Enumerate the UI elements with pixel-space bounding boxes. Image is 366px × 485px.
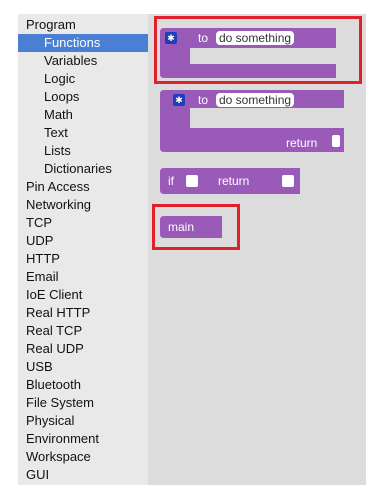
return-value-socket[interactable] bbox=[332, 135, 340, 147]
return-value-socket[interactable] bbox=[282, 175, 294, 187]
category-real-udp[interactable]: Real UDP bbox=[26, 340, 84, 358]
category-sidebar: Program Functions Variables Logic Loops … bbox=[18, 14, 148, 485]
category-environment[interactable]: Environment bbox=[26, 430, 99, 448]
if-label: if bbox=[168, 174, 174, 188]
category-real-tcp[interactable]: Real TCP bbox=[26, 322, 82, 340]
procedure-to-label: to bbox=[198, 93, 209, 107]
category-program[interactable]: Program bbox=[26, 16, 76, 34]
category-email[interactable]: Email bbox=[26, 268, 59, 286]
category-networking[interactable]: Networking bbox=[26, 196, 91, 214]
category-physical[interactable]: Physical bbox=[26, 412, 74, 430]
mutator-gear-icon[interactable] bbox=[173, 94, 185, 106]
category-lists[interactable]: Lists bbox=[44, 142, 71, 160]
category-workspace[interactable]: Workspace bbox=[26, 448, 91, 466]
condition-socket[interactable] bbox=[186, 175, 198, 187]
return-label: return bbox=[218, 174, 250, 188]
category-gui[interactable]: GUI bbox=[26, 466, 49, 484]
category-http[interactable]: HTTP bbox=[26, 250, 60, 268]
category-file-system[interactable]: File System bbox=[26, 394, 94, 412]
category-math[interactable]: Math bbox=[44, 106, 73, 124]
category-udp[interactable]: UDP bbox=[26, 232, 53, 250]
category-ioe-client[interactable]: IoE Client bbox=[26, 286, 82, 304]
category-variables[interactable]: Variables bbox=[44, 52, 97, 70]
highlight-box bbox=[154, 16, 362, 84]
procedure-name-field[interactable]: do something bbox=[216, 93, 295, 107]
category-bluetooth[interactable]: Bluetooth bbox=[26, 376, 81, 394]
category-real-http[interactable]: Real HTTP bbox=[26, 304, 90, 322]
category-pin-access[interactable]: Pin Access bbox=[26, 178, 90, 196]
category-usb[interactable]: USB bbox=[26, 358, 53, 376]
category-functions[interactable]: Functions bbox=[18, 34, 148, 52]
category-logic[interactable]: Logic bbox=[44, 70, 75, 88]
return-label: return bbox=[286, 136, 318, 150]
category-tcp[interactable]: TCP bbox=[26, 214, 52, 232]
highlight-box bbox=[152, 204, 240, 250]
category-loops[interactable]: Loops bbox=[44, 88, 79, 106]
category-dictionaries[interactable]: Dictionaries bbox=[44, 160, 112, 178]
category-text[interactable]: Text bbox=[44, 124, 68, 142]
